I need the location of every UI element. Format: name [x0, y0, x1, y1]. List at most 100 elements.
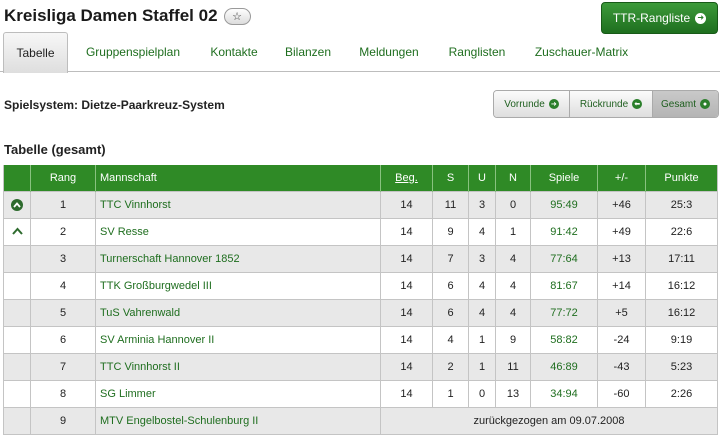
- diff-cell: +46: [597, 190, 646, 218]
- indicator-cell: [3, 271, 31, 299]
- team-link[interactable]: MTV Engelbostel-Schulenburg II: [95, 406, 381, 434]
- games-link[interactable]: 81:67: [530, 271, 598, 299]
- n-cell: 1: [495, 217, 531, 245]
- table-row: 4 TTK Großburgwedel III 14 6 4 4 81:67 +…: [3, 271, 718, 299]
- rank-cell: 9: [30, 406, 96, 434]
- vorrunde-label: Vorrunde: [504, 98, 545, 110]
- ttr-rangliste-button[interactable]: TTR-Rangliste ➜: [601, 2, 718, 34]
- games-link[interactable]: 95:49: [530, 190, 598, 218]
- u-cell: 1: [468, 325, 496, 353]
- col-spiele: Spiele: [530, 165, 598, 191]
- standings-table: Rang Mannschaft Beg. S U N Spiele +/- Pu…: [3, 165, 718, 435]
- u-cell: 3: [468, 190, 496, 218]
- points-cell: 2:26: [645, 379, 718, 407]
- rank-cell: 4: [30, 271, 96, 299]
- circle-arrow-right-icon: ➜: [548, 99, 559, 109]
- beg-cell: 14: [380, 244, 433, 272]
- ttr-rangliste-label: TTR-Rangliste: [612, 11, 691, 25]
- col-punkte: Punkte: [645, 165, 718, 191]
- diff-cell: -60: [597, 379, 646, 407]
- points-cell: 9:19: [645, 325, 718, 353]
- indicator-cell: [3, 298, 31, 326]
- games-link[interactable]: 46:89: [530, 352, 598, 380]
- rank-cell: 2: [30, 217, 96, 245]
- vorrunde-button[interactable]: Vorrunde ➜: [494, 91, 570, 117]
- team-link[interactable]: TTC Vinnhorst: [95, 190, 381, 218]
- beg-cell: 14: [380, 352, 433, 380]
- withdrawn-note: zurückgezogen am 09.07.2008: [380, 406, 718, 434]
- points-cell: 22:6: [645, 217, 718, 245]
- s-cell: 2: [432, 352, 469, 380]
- beg-cell: 14: [380, 325, 433, 353]
- diff-cell: -24: [597, 325, 646, 353]
- s-cell: 7: [432, 244, 469, 272]
- games-link[interactable]: 34:94: [530, 379, 598, 407]
- col-rang: Rang: [30, 165, 96, 191]
- system-label: Spielsystem: Dietze-Paarkreuz-System: [4, 98, 225, 112]
- promotion-arrow-up-icon: [11, 225, 23, 237]
- team-link[interactable]: TuS Vahrenwald: [95, 298, 381, 326]
- u-cell: 0: [468, 379, 496, 407]
- team-link[interactable]: SV Arminia Hannover II: [95, 325, 381, 353]
- rank-cell: 1: [30, 190, 96, 218]
- col-beg-label: Beg.: [395, 171, 418, 184]
- s-cell: 4: [432, 325, 469, 353]
- beg-cell: 14: [380, 217, 433, 245]
- gesamt-button[interactable]: Gesamt ●: [653, 91, 718, 117]
- indicator-cell: [3, 217, 31, 245]
- table-row: 8 SG Limmer 14 1 0 13 34:94 -60 2:26: [3, 379, 718, 407]
- beg-cell: 14: [380, 379, 433, 407]
- u-cell: 4: [468, 298, 496, 326]
- s-cell: 11: [432, 190, 469, 218]
- s-cell: 1: [432, 379, 469, 407]
- games-link[interactable]: 77:64: [530, 244, 598, 272]
- tab-gruppenspielplan[interactable]: Gruppenspielplan: [74, 32, 192, 72]
- diff-cell: +14: [597, 271, 646, 299]
- col-beg[interactable]: Beg.: [380, 165, 433, 191]
- tab-bilanzen[interactable]: Bilanzen: [276, 32, 340, 72]
- tab-tabelle[interactable]: Tabelle: [3, 32, 68, 73]
- indicator-cell: [3, 244, 31, 272]
- points-cell: 25:3: [645, 190, 718, 218]
- table-row-withdrawn: 9 MTV Engelbostel-Schulenburg II zurückg…: [3, 406, 718, 434]
- games-link[interactable]: 77:72: [530, 298, 598, 326]
- indicator-cell: [3, 325, 31, 353]
- games-link[interactable]: 91:42: [530, 217, 598, 245]
- n-cell: 4: [495, 244, 531, 272]
- games-link[interactable]: 58:82: [530, 325, 598, 353]
- col-s: S: [432, 165, 469, 191]
- team-link[interactable]: SG Limmer: [95, 379, 381, 407]
- promotion-circle-up-icon: [11, 198, 23, 211]
- u-cell: 1: [468, 352, 496, 380]
- rueckrunde-button[interactable]: Rückrunde ⬅: [570, 91, 653, 117]
- round-selector: Vorrunde ➜ Rückrunde ⬅ Gesamt ●: [493, 90, 719, 118]
- u-cell: 4: [468, 217, 496, 245]
- col-u: U: [468, 165, 496, 191]
- rank-cell: 7: [30, 352, 96, 380]
- circle-arrow-left-icon: ⬅: [632, 99, 643, 109]
- team-link[interactable]: Turnerschaft Hannover 1852: [95, 244, 381, 272]
- table-row: 2 SV Resse 14 9 4 1 91:42 +49 22:6: [3, 217, 718, 245]
- team-link[interactable]: SV Resse: [95, 217, 381, 245]
- team-link[interactable]: TTK Großburgwedel III: [95, 271, 381, 299]
- n-cell: 0: [495, 190, 531, 218]
- indicator-cell: [3, 190, 31, 218]
- favorite-button[interactable]: ☆: [223, 7, 251, 25]
- team-link[interactable]: TTC Vinnhorst II: [95, 352, 381, 380]
- indicator-cell: [3, 379, 31, 407]
- tab-meldungen[interactable]: Meldungen: [348, 32, 430, 72]
- tab-kontakte[interactable]: Kontakte: [200, 32, 268, 72]
- tab-zuschauer-matrix[interactable]: Zuschauer-Matrix: [524, 32, 639, 72]
- table-header-row: Rang Mannschaft Beg. S U N Spiele +/- Pu…: [3, 165, 718, 191]
- indicator-cell: [3, 406, 31, 434]
- points-cell: 17:11: [645, 244, 718, 272]
- beg-cell: 14: [380, 190, 433, 218]
- s-cell: 6: [432, 271, 469, 299]
- diff-cell: +5: [597, 298, 646, 326]
- table-row: 7 TTC Vinnhorst II 14 2 1 11 46:89 -43 5…: [3, 352, 718, 380]
- points-cell: 16:12: [645, 298, 718, 326]
- tab-ranglisten[interactable]: Ranglisten: [438, 32, 516, 72]
- col-diff: +/-: [597, 165, 646, 191]
- page-title: Kreisliga Damen Staffel 02 ☆: [4, 6, 251, 26]
- star-icon: ☆: [232, 10, 242, 23]
